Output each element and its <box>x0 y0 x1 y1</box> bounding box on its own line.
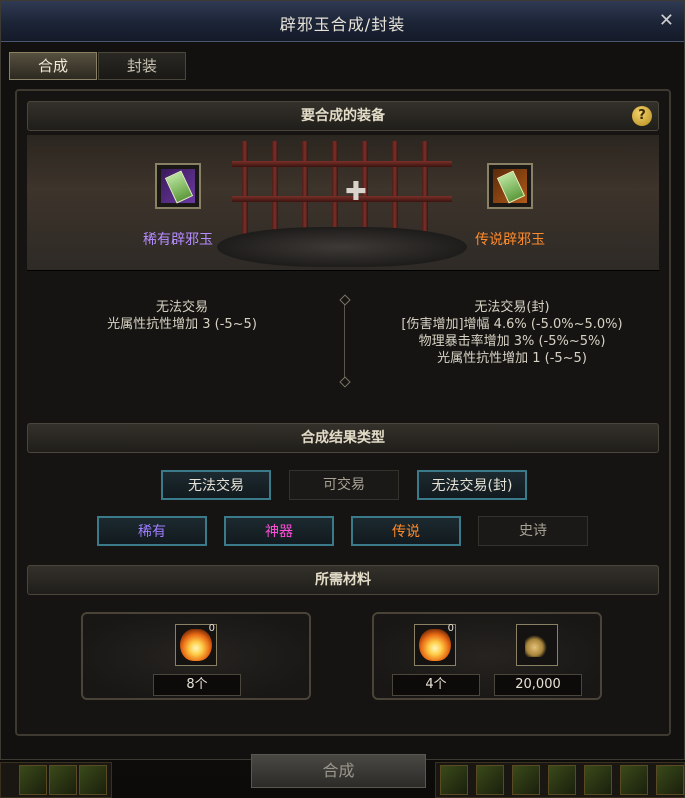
divider-diamond <box>339 376 351 388</box>
equip-section-header: 要合成的装备 ? <box>27 101 659 131</box>
fire-material-icon[interactable]: 0 <box>175 623 217 666</box>
quickslot[interactable] <box>440 765 468 795</box>
quickslot[interactable] <box>49 765 77 795</box>
quickslot[interactable] <box>584 765 612 795</box>
close-icon[interactable]: ✕ <box>659 10 674 31</box>
equip-section-title: 要合成的装备 <box>301 108 385 124</box>
attr-line: 光属性抗性增加 1 (-5~5) <box>437 351 587 366</box>
fire-material-icon[interactable]: 0 <box>414 623 456 666</box>
option-epic[interactable]: 史诗 <box>478 516 588 546</box>
rare-jade-slot[interactable] <box>155 163 201 209</box>
tab-seal[interactable]: 封装 <box>98 52 186 80</box>
synthesize-button[interactable]: 合成 <box>251 754 426 788</box>
quickslot[interactable] <box>512 765 540 795</box>
quickbar-right <box>435 762 685 798</box>
quickslot[interactable] <box>548 765 576 795</box>
gold-cost: 20,000 <box>494 674 582 696</box>
legendary-jade-name: 传说辟邪玉 <box>475 232 545 248</box>
quickslot[interactable] <box>620 765 648 795</box>
option-untradeable-sealed[interactable]: 无法交易(封) <box>417 470 527 500</box>
jade-card-icon <box>493 169 527 204</box>
attr-line: 物理暴击率增加 3% (-5%~5%) <box>418 334 606 349</box>
jade-card-icon <box>161 169 195 204</box>
material-count: 4个 <box>392 674 480 696</box>
option-legendary[interactable]: 传说 <box>351 516 461 546</box>
well-decoration <box>217 227 467 267</box>
material-badge: 0 <box>208 623 215 634</box>
legendary-jade-slot[interactable] <box>487 163 533 209</box>
option-rare[interactable]: 稀有 <box>97 516 207 546</box>
plus-icon: ✚ <box>345 177 367 207</box>
option-untradeable[interactable]: 无法交易 <box>161 470 271 500</box>
option-tradeable[interactable]: 可交易 <box>289 470 399 500</box>
divider-diamond <box>339 294 351 306</box>
synthesis-window: 辟邪玉合成/封装 ✕ 合成 封装 要合成的装备 ? 稀有辟邪玉 ✚ 传说辟邪玉 … <box>0 0 685 760</box>
rare-jade-name: 稀有辟邪玉 <box>143 232 213 248</box>
attr-divider <box>344 299 345 381</box>
quickslot[interactable] <box>19 765 47 795</box>
material-badge: 0 <box>447 623 454 634</box>
result-section-header: 合成结果类型 <box>27 423 659 453</box>
gold-coin-icon <box>516 624 558 666</box>
option-artifact[interactable]: 神器 <box>224 516 334 546</box>
left-attrs: 无法交易 光属性抗性增加 3 (-5~5) <box>57 299 307 333</box>
materials-section-header: 所需材料 <box>27 565 659 595</box>
equip-banner: 稀有辟邪玉 ✚ 传说辟邪玉 <box>27 135 659 271</box>
material-count: 8个 <box>153 674 241 696</box>
material-group-left: 0 8个 <box>81 612 311 700</box>
material-group-right: 0 4个 20,000 <box>372 612 602 700</box>
attr-line: 无法交易 <box>155 300 208 315</box>
quickslot[interactable] <box>79 765 107 795</box>
quickslot[interactable] <box>656 765 684 795</box>
right-attrs: 无法交易(封) [伤害增加]增幅 4.6% (-5.0%~5.0%) 物理暴击率… <box>367 299 657 367</box>
quickbar-left <box>0 762 112 798</box>
quickslot[interactable] <box>476 765 504 795</box>
synthesis-panel: 要合成的装备 ? 稀有辟邪玉 ✚ 传说辟邪玉 无法交易 光属性抗性增加 3 (-… <box>15 89 671 736</box>
window-title: 辟邪玉合成/封装 <box>279 15 406 34</box>
title-bar[interactable]: 辟邪玉合成/封装 ✕ <box>1 1 684 42</box>
attr-line: 光属性抗性增加 3 (-5~5) <box>107 317 257 332</box>
attr-line: [伤害增加]增幅 4.6% (-5.0%~5.0%) <box>401 317 623 332</box>
attr-line: 无法交易(封) <box>474 300 550 315</box>
help-icon[interactable]: ? <box>632 106 652 126</box>
tab-synthesize[interactable]: 合成 <box>9 52 97 80</box>
